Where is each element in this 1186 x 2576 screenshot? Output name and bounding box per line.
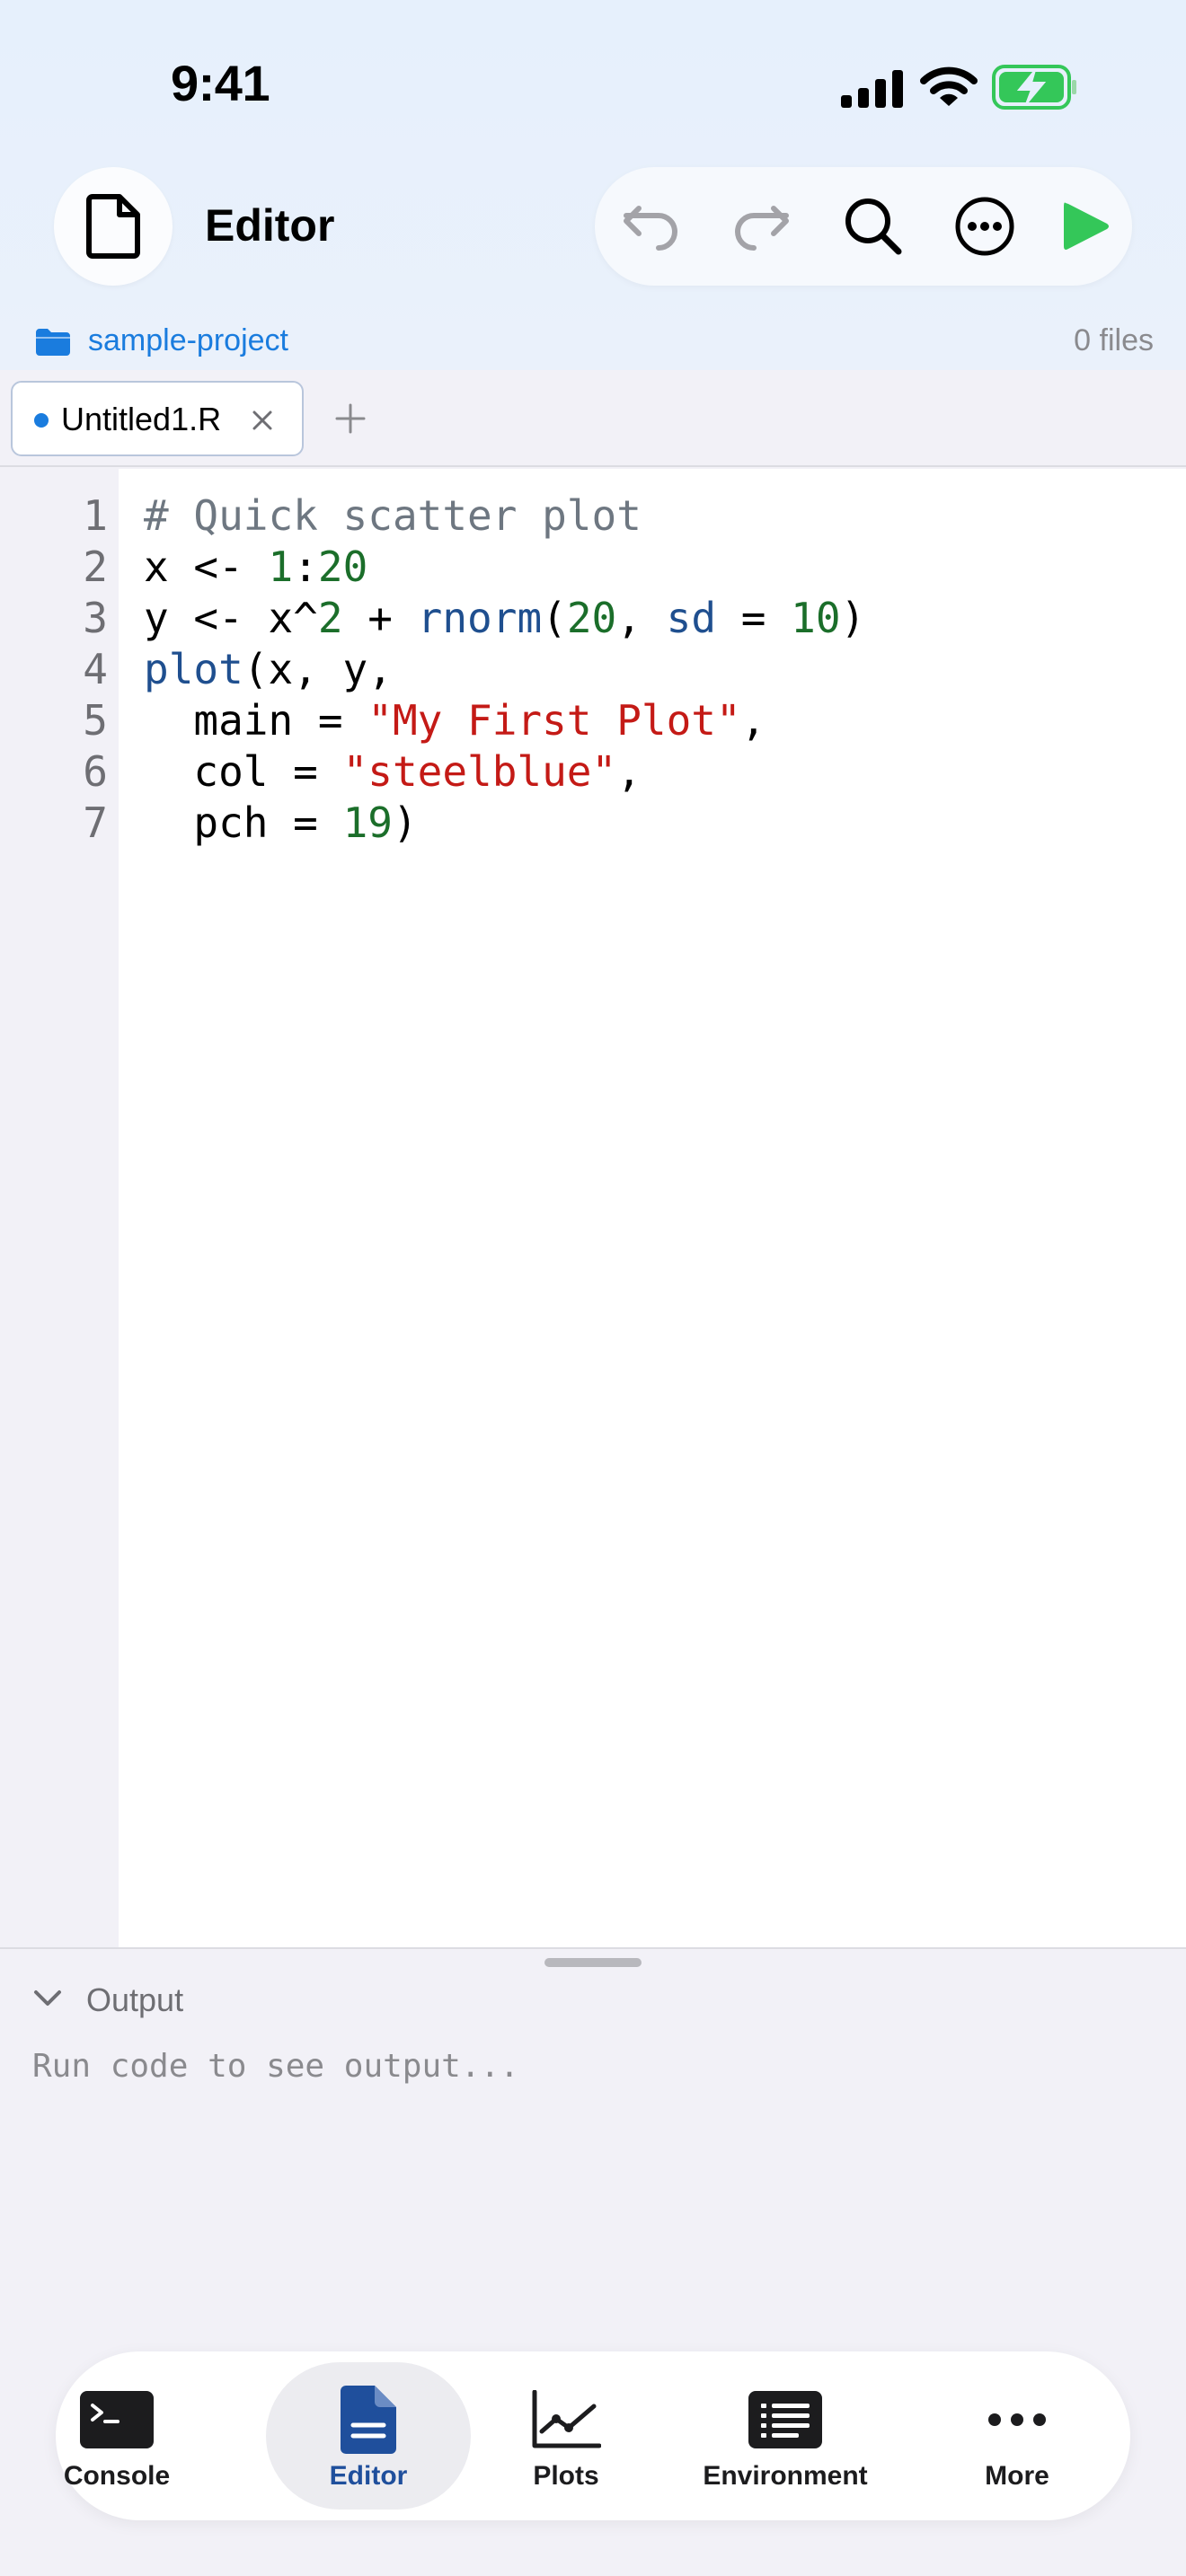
list-icon: [748, 2391, 822, 2448]
search-icon: [845, 198, 902, 255]
nav-label: Environment: [703, 2461, 868, 2491]
code-token: pch =: [144, 798, 343, 847]
bottom-tab-bar: Console Editor Plots Environment More: [56, 2351, 1130, 2520]
undo-icon: [624, 206, 677, 251]
nav-label: Editor: [329, 2461, 408, 2491]
code-token: 20: [566, 594, 617, 642]
code-token: col =: [144, 747, 343, 796]
line-number: 4: [83, 645, 108, 693]
search-button[interactable]: [837, 190, 909, 262]
code-token: =: [716, 594, 792, 642]
code-token: 1: [268, 543, 294, 591]
terminal-icon: [80, 2391, 154, 2448]
code-line[interactable]: col = "steelblue",: [144, 746, 642, 798]
status-time: 9:41: [171, 55, 270, 111]
line-number: 2: [83, 543, 108, 591]
code-token: ,: [616, 747, 642, 796]
code-token: "steelblue": [342, 747, 617, 796]
code-line[interactable]: x <- 1:20: [144, 542, 367, 593]
play-icon: [1064, 202, 1109, 250]
code-token: +: [342, 594, 418, 642]
code-token: y <- x^: [144, 594, 318, 642]
code-token: ,: [740, 696, 766, 745]
code-token: ): [840, 594, 866, 642]
more-options-button[interactable]: [949, 190, 1021, 262]
plus-icon: [335, 403, 366, 434]
code-line[interactable]: y <- x^2 + rnorm(20, sd = 10): [144, 593, 865, 644]
code-token: plot: [144, 645, 243, 693]
nav-environment[interactable]: Environment: [688, 2362, 882, 2510]
code-token: (x, y,: [243, 645, 393, 693]
run-button[interactable]: [1049, 190, 1121, 262]
nav-more[interactable]: More: [961, 2362, 1073, 2510]
battery-charging-icon: [992, 65, 1076, 110]
line-number: 7: [83, 798, 108, 847]
code-token: 10: [791, 594, 841, 642]
nav-label: Console: [63, 2461, 171, 2491]
editor-toolbar: [595, 167, 1132, 286]
unsaved-indicator: [34, 413, 49, 428]
nav-editor[interactable]: Editor: [266, 2362, 471, 2510]
ellipsis-icon: [988, 2413, 1046, 2426]
project-name-link[interactable]: sample-project: [88, 323, 288, 358]
code-token: main =: [144, 696, 368, 745]
code-token: :: [293, 543, 318, 591]
document-icon: [341, 2386, 396, 2454]
code-editor[interactable]: 1234567 # Quick scatter plot x <- 1:20 y <…: [0, 469, 1186, 1947]
line-number: 6: [83, 747, 108, 796]
code-token: "My First Plot": [367, 696, 741, 745]
nav-label: More: [985, 2461, 1049, 2491]
ellipsis-circle-icon: [955, 197, 1014, 256]
code-token: (: [542, 594, 567, 642]
file-count: 0 files: [1074, 323, 1154, 357]
code-line[interactable]: pch = 19): [144, 798, 418, 849]
new-tab-button[interactable]: [329, 397, 372, 440]
chart-line-icon: [532, 2390, 601, 2448]
code-token: 20: [317, 543, 368, 591]
line-number-gutter: 1234567: [0, 469, 119, 1947]
file-menu-button[interactable]: [54, 167, 173, 286]
tab-untitled1[interactable]: Untitled1.R: [11, 381, 304, 456]
code-token: 19: [342, 798, 393, 847]
code-line[interactable]: main = "My First Plot",: [144, 695, 766, 746]
redo-button[interactable]: [726, 190, 798, 262]
redo-icon: [735, 206, 789, 251]
folder-icon: [36, 329, 70, 356]
line-number: 5: [83, 696, 108, 745]
tab-close-button[interactable]: [243, 401, 282, 440]
code-token: 2: [317, 594, 343, 642]
code-token: # Quick scatter plot: [144, 491, 642, 540]
output-title[interactable]: Output: [86, 1981, 183, 2019]
project-row: sample-project 0 files: [0, 314, 1186, 370]
tab-label: Untitled1.R: [61, 401, 222, 437]
line-number: 1: [83, 491, 108, 540]
output-panel: Output Run code to see output...: [0, 1947, 1186, 2353]
code-line[interactable]: plot(x, y,: [144, 644, 393, 695]
code-token: rnorm: [417, 594, 543, 642]
code-token: sd: [666, 594, 717, 642]
undo-button[interactable]: [615, 190, 686, 262]
code-token: ): [392, 798, 418, 847]
page-title: Editor: [205, 200, 335, 251]
tab-bar: Untitled1.R: [0, 370, 1186, 467]
code-token: x <-: [144, 543, 269, 591]
nav-label: Plots: [533, 2461, 599, 2491]
output-placeholder: Run code to see output...: [32, 2048, 519, 2085]
code-line[interactable]: # Quick scatter plot: [144, 490, 642, 542]
nav-console[interactable]: Console: [61, 2362, 173, 2510]
cellular-signal-icon: [841, 70, 903, 108]
document-icon: [86, 194, 140, 259]
close-icon: [252, 410, 272, 430]
resize-handle[interactable]: [544, 1958, 642, 1967]
code-token: ,: [616, 594, 667, 642]
wifi-icon: [920, 66, 978, 106]
chevron-down-icon[interactable]: [32, 1989, 63, 2008]
line-number: 3: [83, 594, 108, 642]
nav-plots[interactable]: Plots: [510, 2362, 622, 2510]
